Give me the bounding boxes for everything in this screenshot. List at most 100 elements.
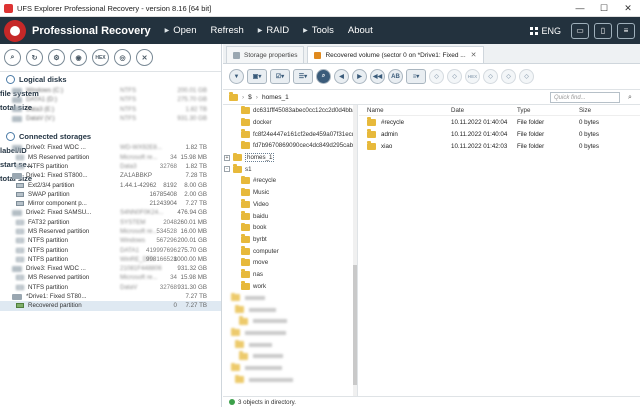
storage-partition-row[interactable]: Recovered partition 0 7.27 TB	[0, 301, 221, 311]
tree-item[interactable]: docker	[223, 117, 357, 129]
minimize-button[interactable]: —	[568, 0, 592, 17]
storage-partition-row[interactable]: Ext2/3/4 partition 1.44.1-42962 8192 8.00 G…	[0, 180, 221, 189]
list-item[interactable]: xiao 10.11.2022 01:42:03 File folder 0 byte…	[359, 140, 640, 152]
logical-disk-row[interactable]: DATA1 (D:) NTFS 275.70 GB	[0, 95, 221, 104]
hex-icon[interactable]: HEX	[92, 49, 109, 66]
storage-partition-row[interactable]: MS Reserved partition Microsoft re... 5345…	[0, 227, 221, 236]
check-icon[interactable]: ▼	[229, 69, 244, 84]
menu-about[interactable]: About	[348, 25, 373, 36]
tree-item[interactable]: #recycle	[223, 175, 357, 187]
disk-manager-button[interactable]: ▭	[571, 22, 589, 39]
disk-icon[interactable]: ◉	[70, 49, 87, 66]
storage-partition-row[interactable]: NTFS partition DataV 32768 931.30 GB	[0, 283, 221, 292]
maximize-button[interactable]: ☐	[592, 0, 616, 17]
partition-icon	[16, 303, 24, 309]
breadcrumb-root[interactable]: $	[248, 94, 252, 101]
ab-icon[interactable]: AB	[388, 69, 403, 84]
storage-drive-row[interactable]: *Drive1: Fixed ST80... 7.27 TB	[0, 292, 221, 301]
tree-item-redacted[interactable]	[223, 304, 357, 316]
folder-icon	[235, 304, 244, 314]
storage-drive-row[interactable]: Drive0: Fixed WDC ... WD-WX92E8... 1.82 TB	[0, 143, 221, 152]
tree-item-redacted[interactable]	[223, 362, 357, 374]
tree-item[interactable]: fd7b9670869090cec4dc849d295cab92	[223, 140, 357, 152]
tree-item-redacted[interactable]	[223, 292, 357, 304]
expand-toggle-icon[interactable]: -	[224, 166, 230, 173]
storage-partition-row[interactable]: MS Reserved partition Microsoft re... 34 15…	[0, 152, 221, 161]
tree-scrollbar[interactable]	[353, 105, 357, 396]
view-icon[interactable]: ◎	[114, 49, 131, 66]
tab-recovered-volume[interactable]: Recovered volume (sector 0 on *Drive1: F…	[307, 46, 484, 63]
list-item[interactable]: #recycle 10.11.2022 01:40:04 File folder 0 …	[359, 116, 640, 128]
col-name[interactable]: Name	[367, 107, 384, 114]
col-size[interactable]: Size	[579, 107, 591, 114]
redacted-label	[253, 319, 287, 324]
settings-button[interactable]: ≡	[617, 22, 635, 39]
tree-item[interactable]: - s1	[223, 163, 357, 175]
tree-item-label: nas	[253, 270, 263, 278]
gear-icon[interactable]: ⚙	[48, 49, 65, 66]
close-icon[interactable]: ✕	[136, 49, 153, 66]
tree-item[interactable]: computer	[223, 245, 357, 257]
close-tab-icon[interactable]: ✕	[471, 51, 477, 59]
breadcrumb-current[interactable]: homes_1	[262, 94, 289, 101]
menu-open[interactable]: ▶ Open	[165, 25, 197, 36]
storage-label: Windows	[120, 237, 146, 245]
search-icon[interactable]: ⌕	[624, 92, 636, 103]
bookmarks-button[interactable]: ▯	[594, 22, 612, 39]
view-icon[interactable]: ☰▾	[293, 69, 313, 84]
scan-back-icon[interactable]: ◀◀	[370, 69, 385, 84]
storage-partition-row[interactable]: NTFS partition Data3 32768 1.82 TB	[0, 162, 221, 171]
storage-partition-row[interactable]: MS Reserved partition Microsoft re... 34 15…	[0, 273, 221, 282]
refresh-icon[interactable]: ↻	[26, 49, 43, 66]
tree-item-label: Video	[253, 200, 269, 208]
tree-item[interactable]: baidu	[223, 210, 357, 222]
col-date[interactable]: Date	[451, 107, 464, 114]
logical-disk-row[interactable]: Data3 (E:) NTFS 1.82 TB	[0, 105, 221, 114]
tree-item-redacted[interactable]	[223, 339, 357, 351]
tree-item[interactable]: + homes_1	[223, 152, 357, 164]
save-icon[interactable]: ▣▾	[247, 69, 267, 84]
menu-raid[interactable]: ▶ RAID	[258, 25, 289, 36]
tree-item-redacted[interactable]	[223, 350, 357, 362]
tree-item-redacted[interactable]	[223, 374, 357, 386]
tree-item[interactable]: book	[223, 222, 357, 234]
logical-disk-row[interactable]: Windows (C:) NTFS 200.01 GB	[0, 86, 221, 95]
list-item[interactable]: admin 10.11.2022 01:40:04 File folder 0 byt…	[359, 128, 640, 140]
filter-icon[interactable]: ≡▾	[406, 69, 426, 84]
menu-tools[interactable]: ▶ Tools	[303, 25, 334, 36]
menu-refresh[interactable]: Refresh	[211, 25, 244, 36]
language-selector[interactable]: ENG	[530, 26, 561, 36]
tree-item[interactable]: byrbt	[223, 234, 357, 246]
storage-partition-row[interactable]: Mirror component p... 21243904 7.27 TB	[0, 199, 221, 208]
expand-toggle-icon[interactable]: +	[224, 154, 230, 161]
storage-partition-row[interactable]: NTFS partition WinRE_DRV 998166528 1000.00 …	[0, 255, 221, 264]
col-type[interactable]: Type	[517, 107, 530, 114]
search-icon[interactable]: ⌕	[4, 49, 21, 66]
tree-item[interactable]: work	[223, 280, 357, 292]
storage-partition-row[interactable]: NTFS partition DATA1 419997696 275.70 GB	[0, 245, 221, 254]
close-window-button[interactable]: ✕	[616, 0, 640, 17]
tree-item[interactable]: move	[223, 257, 357, 269]
storage-partition-row[interactable]: NTFS partition Windows 567296 200.01 GB	[0, 236, 221, 245]
tree-scroll-thumb[interactable]	[353, 265, 357, 385]
tree-item-redacted[interactable]	[223, 315, 357, 327]
storage-drive-row[interactable]: Drive3: Fixed WDC ... 21081F448806 931.32 …	[0, 264, 221, 273]
tree-item[interactable]: Video	[223, 199, 357, 211]
tree-item[interactable]: dc631fff45083abec0cc12cc2d0d4bbab	[223, 105, 357, 117]
storage-partition-row[interactable]: SWAP partition 16785408 2.00 GB	[0, 190, 221, 199]
find-icon[interactable]: ⌕	[316, 69, 331, 84]
forward-icon[interactable]: ▶	[352, 69, 367, 84]
logical-disk-row[interactable]: DataV (V:) NTFS 931.30 GB	[0, 114, 221, 123]
partition-icon	[16, 247, 24, 253]
tree-item[interactable]: nas	[223, 269, 357, 281]
storage-drive-row[interactable]: Drive2: Fixed SAMSU... S4NN0F0K24... 476.9…	[0, 208, 221, 217]
tree-item-redacted[interactable]	[223, 327, 357, 339]
tab-storage-properties[interactable]: Storage properties	[226, 46, 305, 63]
quick-find-input[interactable]: Quick find...	[550, 92, 620, 103]
back-icon[interactable]: ◀	[334, 69, 349, 84]
tree-item[interactable]: fc8f24e447e161cf2ede459a07f31ecd6	[223, 128, 357, 140]
select-icon[interactable]: ☑▾	[270, 69, 290, 84]
tree-item[interactable]: Music	[223, 187, 357, 199]
storage-drive-row[interactable]: Drive1: Fixed ST800... ZA1ABBKP 7.28 TB	[0, 171, 221, 180]
storage-partition-row[interactable]: FAT32 partition SYSTEM 2048 260.01 MB	[0, 218, 221, 227]
